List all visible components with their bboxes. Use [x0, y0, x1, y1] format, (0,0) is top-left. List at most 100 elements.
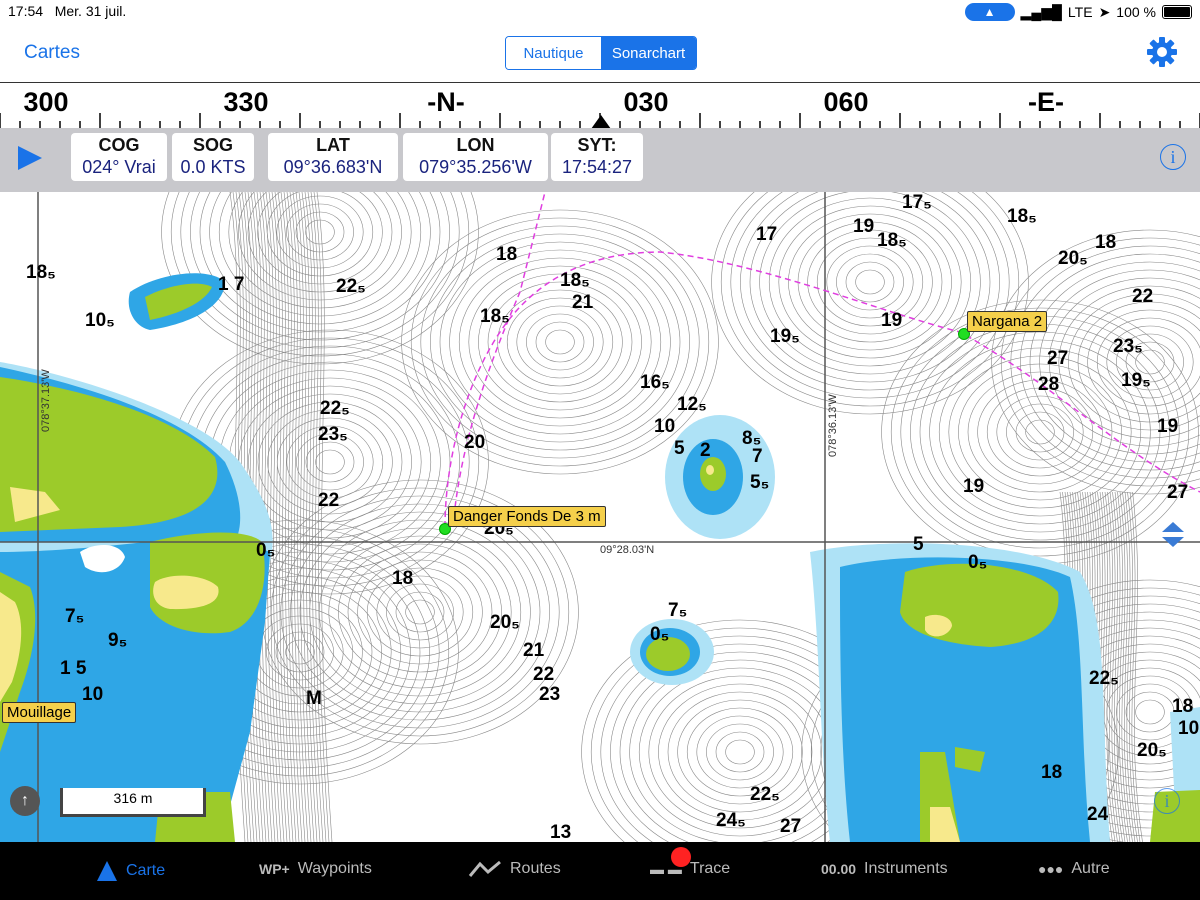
sog-box[interactable]: SOG 0.0 KTS — [172, 133, 254, 181]
depth-sounding: 18₅ — [26, 262, 56, 283]
depth-sounding: 5 — [913, 534, 924, 555]
status-bar: 17:54 Mer. 31 juil. ▲ ▂▄▆█ LTE ➤ 100 % — [0, 0, 1200, 24]
depth-sounding: 22 — [533, 664, 555, 685]
status-right: ▲ ▂▄▆█ LTE ➤ 100 % — [964, 3, 1192, 21]
map-info-icon[interactable]: i — [1154, 788, 1180, 814]
lon-label: LON — [456, 135, 495, 155]
layers-toggle-icon[interactable] — [1160, 520, 1186, 550]
lon-value: 079°35.256'W — [419, 157, 532, 177]
depth-sounding: 18 — [1172, 696, 1194, 717]
play-icon[interactable] — [18, 146, 42, 170]
waypoint-label[interactable]: Nargana 2 — [967, 311, 1048, 332]
coord-lat-1: 09°28.03'N — [600, 544, 655, 556]
depth-sounding: 19 — [963, 476, 985, 497]
info-bar: COG 024° Vrai SOG 0.0 KTS LAT 09°36.683'… — [0, 128, 1200, 192]
sog-label: SOG — [192, 135, 233, 155]
status-time-date: 17:54 Mer. 31 juil. — [8, 3, 127, 19]
coord-lon-1: 078°37.13'W — [40, 369, 52, 432]
syt-value: 17:54:27 — [561, 157, 633, 177]
depth-sounding: 22₅ — [1089, 668, 1119, 689]
depth-sounding: 12₅ — [677, 394, 707, 415]
compass-strip[interactable]: 300 330 -N- 030 060 -E- — [0, 82, 1200, 130]
tab-label: Routes — [510, 860, 561, 877]
depth-sounding: M — [306, 688, 322, 709]
compass-label: 060 — [823, 87, 869, 117]
depth-sounding: 27 — [1167, 482, 1189, 503]
depth-sounding: 9₅ — [108, 630, 128, 651]
cog-value: 024° Vrai — [82, 157, 156, 177]
depth-sounding: 21 — [523, 640, 545, 661]
depth-sounding: 24 — [1087, 804, 1109, 825]
north-arrow-icon[interactable]: ↑ — [10, 786, 40, 816]
depth-sounding: 18₅ — [480, 306, 510, 327]
seg-nautique[interactable]: Nautique — [506, 37, 601, 69]
tab-carte[interactable]: Carte — [96, 860, 165, 882]
depth-sounding: 27 — [780, 816, 802, 837]
battery-icon — [1162, 5, 1192, 19]
signal-icon: ▂▄▆█ — [1020, 3, 1062, 20]
depth-sounding: 23₅ — [318, 424, 348, 445]
lat-value: 09°36.683'N — [283, 157, 383, 177]
tab-label: Trace — [689, 860, 731, 877]
depth-sounding: 18 — [496, 244, 518, 265]
instruments-icon: 00.00 — [821, 861, 857, 877]
compass-label: 330 — [223, 87, 269, 117]
info-icon[interactable]: i — [1160, 144, 1186, 170]
depth-sounding: 2 — [700, 440, 711, 461]
depth-sounding: 19 — [1157, 416, 1179, 437]
network-label: LTE — [1067, 4, 1093, 20]
depth-sounding: 27 — [1047, 348, 1069, 369]
depth-sounding: 18 — [1041, 762, 1063, 783]
depth-sounding: 20₅ — [490, 612, 520, 633]
depth-sounding: 17 — [756, 224, 778, 245]
seg-sonarchart[interactable]: Sonarchart — [601, 37, 696, 69]
more-dots-icon: ●●● — [1038, 861, 1064, 877]
waypoint-label[interactable]: Danger Fonds De 3 m — [448, 506, 606, 527]
tab-routes[interactable]: Routes — [468, 860, 561, 878]
tab-autre[interactable]: ●●● Autre — [1038, 860, 1110, 878]
depth-sounding: 18₅ — [1007, 206, 1037, 227]
cog-label: COG — [98, 135, 140, 155]
cog-box[interactable]: COG 024° Vrai — [71, 133, 167, 181]
syt-box[interactable]: SYT: 17:54:27 — [551, 133, 643, 181]
tab-trace[interactable]: ▬ ▬ Trace — [650, 860, 730, 878]
compass-label: -N- — [427, 87, 465, 117]
depth-sounding: 19 — [853, 216, 875, 237]
depth-sounding: 5 — [674, 438, 685, 459]
depth-sounding: 19₅ — [770, 326, 800, 347]
depth-sounding: 20₅ — [1137, 740, 1167, 761]
depth-sounding: 19₅ — [1121, 370, 1151, 391]
depth-sounding: 21 — [572, 292, 594, 313]
depth-sounding: 23 — [539, 684, 561, 705]
tab-waypoints[interactable]: WP+ Waypoints — [259, 860, 372, 878]
tab-instruments[interactable]: 00.00 Instruments — [821, 860, 948, 878]
depth-sounding: 1 5 — [60, 658, 87, 679]
depth-sounding: 22₅ — [336, 276, 366, 297]
waypoint-label[interactable]: Mouillage — [2, 702, 77, 723]
lat-box[interactable]: LAT 09°36.683'N — [268, 133, 398, 181]
depth-sounding: 16₅ — [640, 372, 670, 393]
depth-sounding: 10 — [1178, 718, 1200, 739]
depth-sounding: 0₅ — [256, 540, 276, 561]
gear-icon[interactable] — [1146, 36, 1178, 68]
depth-sounding: 22₅ — [320, 398, 350, 419]
depth-sounding: 19 — [881, 310, 903, 331]
depth-sounding: 13 — [550, 822, 572, 842]
depth-sounding: 18₅ — [877, 230, 907, 251]
lon-box[interactable]: LON 079°35.256'W — [403, 133, 548, 181]
scale-bar: 316 m — [60, 788, 206, 817]
depth-sounding: 20₅ — [1058, 248, 1088, 269]
tab-label: Carte — [126, 862, 166, 879]
depth-sounding: 18 — [392, 568, 414, 589]
back-button[interactable]: Cartes — [24, 42, 80, 64]
depth-sounding: 17₅ — [902, 192, 932, 213]
compass-label: -E- — [1028, 87, 1064, 117]
depth-sounding: 5₅ — [750, 472, 770, 493]
tab-bar: Carte WP+ Waypoints Routes ▬ ▬ Trace 00.… — [0, 842, 1200, 900]
sog-value: 0.0 KTS — [180, 157, 246, 177]
tab-label: Autre — [1071, 860, 1110, 877]
chart-map[interactable]: 078°37.13'W 078°36.13'W 09°28.03'N 18₅ 1… — [0, 192, 1200, 842]
location-arrow-icon: ➤ — [1098, 3, 1111, 20]
depth-sounding: 7₅ — [668, 600, 688, 621]
depth-sounding: 18₅ — [560, 270, 590, 291]
